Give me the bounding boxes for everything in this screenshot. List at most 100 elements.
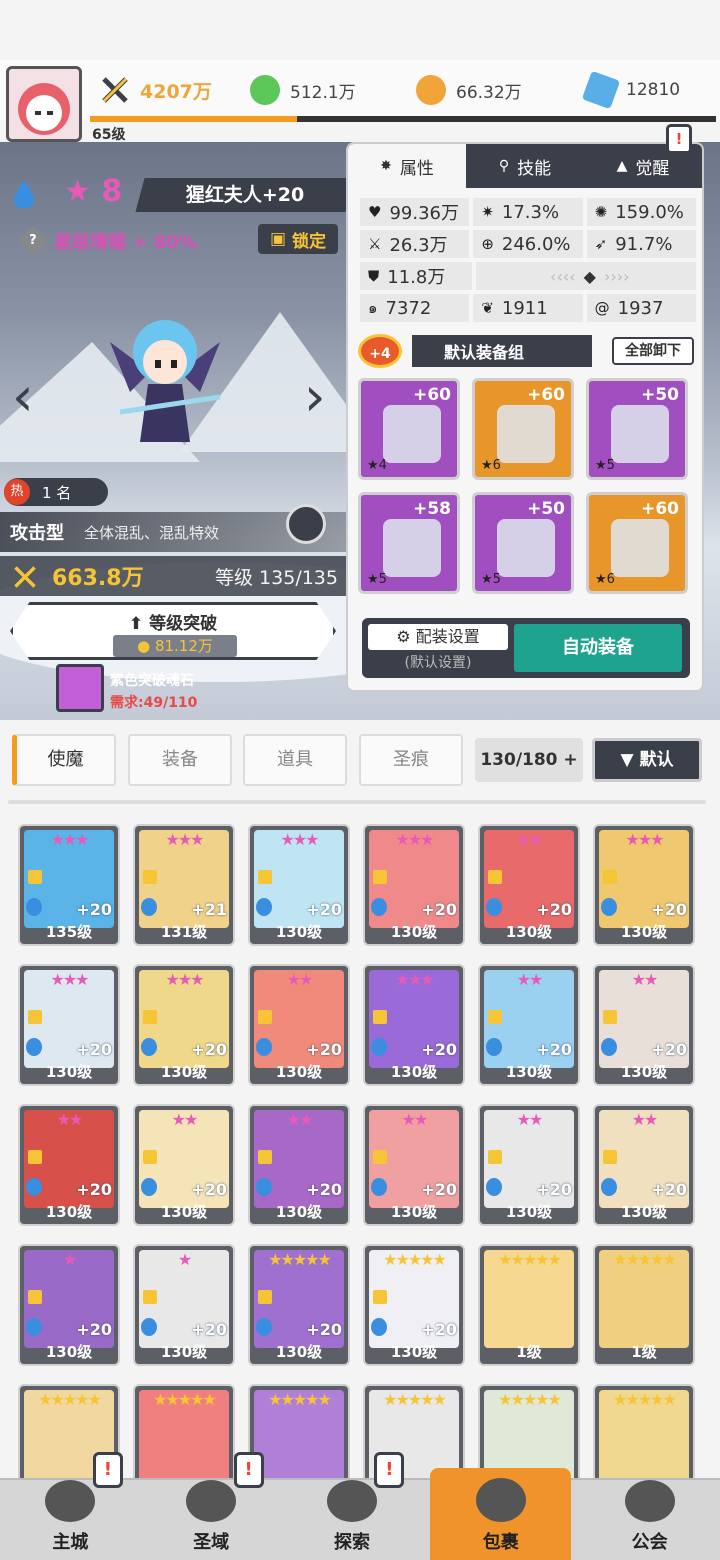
lock-button[interactable]: ▣ 锁定 [258, 224, 338, 254]
lock-icon [258, 1150, 272, 1164]
swap-icon[interactable] [286, 504, 326, 544]
hero-rank[interactable]: 热 1 名 [4, 478, 108, 506]
tab-awaken-label: 觉醒 [635, 158, 670, 179]
familiar-card[interactable]: ★★★ +21 131级 [133, 824, 235, 946]
familiar-plus: +20 [76, 900, 112, 919]
familiar-level: 130级 [275, 1063, 323, 1081]
familiar-stars: ★★★★★ [268, 1250, 332, 1269]
familiar-card[interactable]: ★★ +20 130级 [478, 824, 580, 946]
hero-name: 猩红夫人+20 [185, 184, 305, 206]
star-boost[interactable]: ? 星级增幅 + 80% [17, 225, 197, 257]
familiar-stars: ★★★ [165, 970, 204, 989]
tab-equipment[interactable]: 装备 [128, 734, 232, 786]
familiar-level: 130级 [390, 1343, 438, 1361]
sword-icon: ⚔ [368, 235, 382, 253]
config-button[interactable]: ⚙ 配装设置 [368, 624, 508, 650]
familiar-card[interactable]: ★★★ +20 135级 [18, 824, 120, 946]
familiar-card[interactable]: ★★ +20 130级 [133, 1104, 235, 1226]
equipment-plus: +50 [527, 499, 565, 519]
player-avatar[interactable] [6, 66, 82, 142]
familiar-level: 130级 [160, 1343, 208, 1361]
element-icon [601, 1178, 617, 1196]
equipment-slot[interactable]: +58 ★5 [358, 492, 460, 594]
tab-stigmata[interactable]: 圣痕 [359, 734, 463, 786]
purple-soulstone-icon[interactable] [56, 664, 104, 712]
soulstone-name: 紫色突破魂石 [110, 673, 194, 689]
element-icon [371, 1318, 387, 1336]
familiar-card[interactable]: ★★★ +20 130级 [363, 964, 465, 1086]
familiar-plus: +20 [306, 900, 342, 919]
tab-skills[interactable]: ⚲ 技能 [466, 144, 584, 188]
nav-item[interactable]: 包裹 [430, 1468, 572, 1560]
alert-badge-icon[interactable]: ! [666, 124, 692, 154]
familiar-stars: ★★★ [50, 830, 89, 849]
familiar-level: 130级 [275, 1203, 323, 1221]
familiar-card[interactable]: ★ +20 130级 [133, 1244, 235, 1366]
inventory-count[interactable]: 130/180 + [475, 738, 583, 782]
familiar-card[interactable]: ★★ +20 130级 [478, 964, 580, 1086]
blue-diamond-icon [581, 70, 621, 110]
tab-familiars[interactable]: 使魔 [12, 734, 116, 786]
sort-dropdown[interactable]: ▼ 默认 [592, 738, 702, 782]
nav-item[interactable]: 公会 [579, 1480, 720, 1560]
familiar-plus: +20 [421, 1320, 457, 1339]
familiar-card[interactable]: ★★ +20 130级 [593, 964, 695, 1086]
familiar-plus: +20 [536, 1040, 572, 1059]
effect-value: 7372 [385, 297, 432, 319]
auto-equip-button[interactable]: 自动装备 [514, 624, 682, 672]
familiar-card[interactable]: ★★ +20 130级 [478, 1104, 580, 1226]
unequip-all-button[interactable]: 全部卸下 [612, 337, 694, 365]
lock-icon: ▣ [269, 229, 287, 249]
hero-traits: 全体混乱、混乱特效 [84, 523, 220, 542]
familiar-card[interactable]: ★★ +20 130级 [593, 1104, 695, 1226]
lock-icon [488, 1010, 502, 1024]
tab-items[interactable]: 道具 [243, 734, 347, 786]
equipment-slot[interactable]: +60 ★4 [358, 378, 460, 480]
familiar-card[interactable]: ★★ +20 130级 [363, 1104, 465, 1226]
familiar-stars: ★★ [516, 970, 544, 989]
nav-item[interactable]: 圣域! [141, 1452, 282, 1560]
equip-set-select[interactable]: 默认装备组 [412, 335, 592, 367]
next-hero-arrow[interactable]: › [304, 365, 326, 428]
player-level: 65级 [92, 127, 126, 143]
green-gem-resource[interactable]: 512.1万 [250, 70, 356, 110]
lock-icon [143, 1150, 157, 1164]
equipment-slot[interactable]: +50 ★5 [586, 378, 688, 480]
familiar-card[interactable]: ★★★★★ 1级 [478, 1244, 580, 1366]
familiar-plus: +20 [306, 1320, 342, 1339]
familiar-card[interactable]: ★★★★★ +20 130级 [248, 1244, 350, 1366]
familiar-card[interactable]: ★★★★★ +20 130级 [363, 1244, 465, 1366]
familiar-card[interactable]: ★★★ +20 130级 [593, 824, 695, 946]
familiar-level: 130级 [505, 1063, 553, 1081]
familiar-card[interactable]: ★★ +20 130级 [18, 1104, 120, 1226]
element-icon [141, 1038, 157, 1056]
nav-item[interactable]: 主城! [0, 1452, 141, 1560]
familiar-card[interactable]: ★★★ +20 130级 [18, 964, 120, 1086]
familiar-card[interactable]: ★★★ +20 130级 [133, 964, 235, 1086]
familiar-card[interactable]: ★ +20 130级 [18, 1244, 120, 1366]
gold-coin-resource[interactable]: 66.32万 [416, 70, 522, 110]
familiar-card[interactable]: ★★★ +20 130级 [248, 824, 350, 946]
lock-icon [143, 1290, 157, 1304]
familiar-card[interactable]: ★★ +20 130级 [248, 1104, 350, 1226]
crit-damage-value: 159.0% [615, 201, 684, 223]
level-break-button[interactable]: ⬆ 等级突破 ● 81.12万 [10, 602, 336, 660]
equipment-slot[interactable]: +50 ★5 [472, 492, 574, 594]
familiar-stars: ★★★★★ [38, 1390, 102, 1409]
alert-badge-icon: ! [233, 1452, 264, 1488]
help-icon[interactable]: ? [17, 225, 49, 257]
familiar-card[interactable]: ★★★ +20 130级 [363, 824, 465, 946]
prev-hero-arrow[interactable]: ‹ [12, 365, 34, 428]
equipment-slot[interactable]: +60 ★6 [472, 378, 574, 480]
familiar-card[interactable]: ★★ +20 130级 [248, 964, 350, 1086]
nav-label: 圣域 [193, 1532, 230, 1553]
tab-skills-label: 技能 [517, 158, 552, 179]
blue-diamond-resource[interactable]: 12810 [581, 70, 680, 110]
nav-item[interactable]: 探索! [282, 1452, 423, 1560]
lock-icon [603, 870, 617, 884]
familiar-card[interactable]: ★★★★★ 1级 [593, 1244, 695, 1366]
effect-stat: ๑ 7372 [360, 294, 470, 322]
familiar-level: 131级 [160, 923, 208, 941]
equipment-slot[interactable]: +60 ★6 [586, 492, 688, 594]
tab-attributes[interactable]: ✸ 属性 [348, 144, 466, 188]
